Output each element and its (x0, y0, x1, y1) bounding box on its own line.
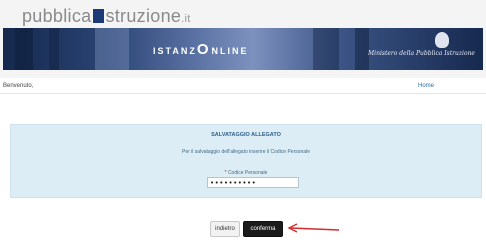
logo-text-pubblica: pubblica (22, 6, 92, 26)
welcome-text: Benvenuto, (3, 83, 34, 89)
required-mark: * (224, 170, 227, 176)
banner-title-o: O (196, 41, 212, 58)
home-link[interactable]: Home (418, 83, 434, 89)
banner-title-part1: ISTANZ (153, 46, 197, 56)
personal-code-label: * Codice Personale (11, 170, 481, 176)
republic-emblem-icon (435, 32, 449, 48)
logo-tld: .it (181, 13, 191, 25)
red-arrow-annotation (287, 223, 340, 233)
panel-title: SALVATAGGIO ALLEGATO (211, 132, 281, 138)
logo-text-istruzione: struzione (105, 6, 182, 26)
banner-title: ISTANZONLINE (153, 41, 249, 58)
logo-i-mark (93, 9, 105, 23)
confirm-button[interactable]: conferma (243, 221, 283, 237)
personal-code-input[interactable] (207, 177, 299, 188)
ministry-name: Ministero della Pubblica Istruzione (368, 50, 475, 57)
back-button[interactable]: indietro (210, 221, 240, 237)
header: pubblica struzione.it ISTANZONLINE Minist… (0, 0, 486, 78)
save-attachment-panel: SALVATAGGIO ALLEGATO Per il salvataggio … (10, 124, 482, 198)
personal-code-label-text: Codice Personale (227, 170, 268, 176)
panel-description: Per il salvataggio dell'allegato inserir… (182, 149, 310, 155)
istanze-online-banner: ISTANZONLINE Ministero della Pubblica Is… (3, 28, 483, 70)
banner-title-part2: NLINE (211, 46, 249, 56)
site-logo[interactable]: pubblica struzione.it (22, 6, 191, 27)
nav-bar: Benvenuto, Home (0, 80, 486, 94)
